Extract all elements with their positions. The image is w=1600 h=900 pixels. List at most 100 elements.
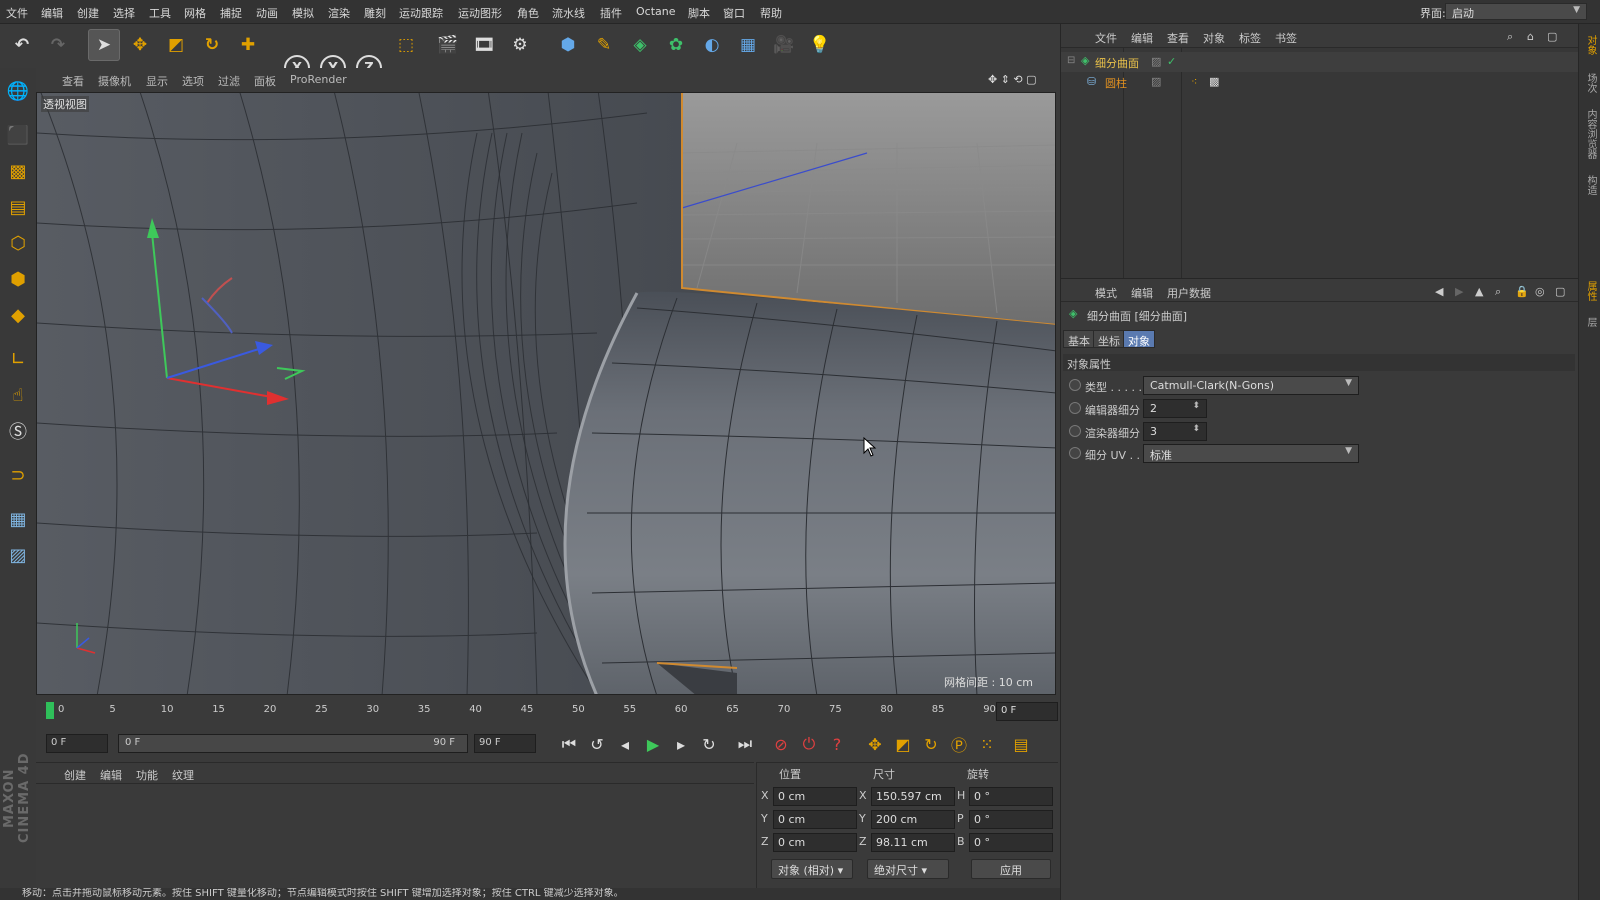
scale-icon[interactable]: ◩ (160, 29, 192, 61)
axis-mode-icon[interactable]: ∟ (3, 344, 33, 374)
search-icon[interactable]: ⌕ (1507, 30, 1513, 44)
prev-key-icon[interactable]: ↺ (584, 731, 610, 757)
layout-select[interactable]: 启动 ▼ (1445, 3, 1587, 20)
vp-menu-filter[interactable]: 过滤 (218, 73, 240, 89)
polygons-mode-icon[interactable]: ◆ (3, 300, 33, 330)
floor-icon[interactable]: ▦ (732, 29, 764, 61)
undo-icon[interactable]: ↶ (6, 29, 38, 61)
menu-octane[interactable]: Octane (636, 5, 676, 18)
key-pla-icon[interactable]: ⁙ (974, 731, 1000, 757)
vp-menu-options[interactable]: 选项 (182, 73, 204, 89)
menu-plugins[interactable]: 插件 (600, 5, 622, 21)
mat-menu-texture[interactable]: 纹理 (172, 767, 194, 783)
live-select-icon[interactable]: ✚ (232, 29, 264, 61)
render-picture-viewer-icon[interactable]: 🎞 (468, 29, 500, 61)
back-arrow-icon[interactable]: ◀ (1435, 285, 1443, 298)
menu-tools[interactable]: 工具 (149, 5, 171, 21)
rot-p-field[interactable]: 0 ° (969, 810, 1053, 829)
move-icon[interactable]: ✥ (124, 29, 156, 61)
obj-menu-view[interactable]: 查看 (1167, 30, 1189, 46)
layer-icon[interactable]: ▨ (1151, 55, 1161, 68)
object-name[interactable]: 圆柱 (1105, 75, 1127, 91)
pos-x-field[interactable]: 0 cm (773, 787, 857, 806)
vp-menu-cameras[interactable]: 摄像机 (98, 73, 131, 89)
menu-render[interactable]: 渲染 (328, 5, 350, 21)
workplane-icon[interactable]: ▤ (3, 192, 33, 222)
coordinate-system-icon[interactable]: ⬚ (390, 29, 422, 61)
maximize-icon[interactable]: ▢ (1547, 30, 1557, 43)
go-to-end-icon[interactable]: ⏭ (732, 731, 758, 757)
menu-help[interactable]: 帮助 (760, 5, 782, 21)
menu-mesh[interactable]: 网格 (184, 5, 206, 21)
frame-range-slider[interactable]: 0 F 90 F (118, 734, 468, 753)
next-key-icon[interactable]: ↻ (696, 731, 722, 757)
tab-basic[interactable]: 基本 (1063, 330, 1095, 348)
vp-menu-view[interactable]: 查看 (62, 73, 84, 89)
menu-snap[interactable]: 捕捉 (220, 5, 242, 21)
pos-z-field[interactable]: 0 cm (773, 833, 857, 852)
menu-file[interactable]: 文件 (6, 5, 28, 21)
menu-script[interactable]: 脚本 (688, 5, 710, 21)
auto-key-icon[interactable]: ⏻ (796, 731, 822, 757)
visibility-check-icon[interactable]: ✓ (1167, 55, 1176, 68)
obj-menu-edit[interactable]: 编辑 (1131, 30, 1153, 46)
object-name[interactable]: 细分曲面 (1095, 55, 1139, 71)
camera-icon[interactable]: 🎥 (768, 29, 800, 61)
timeline-ruler[interactable]: 0 5 10 15 20 25 30 35 40 45 50 55 60 65 70 75 80 85 90 0 F (36, 698, 1058, 726)
maximize-icon[interactable]: ▢ (1555, 285, 1565, 298)
render-view-icon[interactable]: 🎬 (432, 29, 464, 61)
rot-h-field[interactable]: 0 ° (969, 787, 1053, 806)
up-arrow-icon[interactable]: ▲ (1475, 285, 1483, 298)
target-icon[interactable]: ◎ (1535, 285, 1545, 298)
apply-button[interactable]: 应用 (971, 859, 1051, 879)
attr-menu-edit[interactable]: 编辑 (1131, 285, 1153, 301)
search-icon[interactable]: ⌕ (1495, 285, 1501, 299)
mat-menu-function[interactable]: 功能 (136, 767, 158, 783)
vp-menu-prorender[interactable]: ProRender (290, 73, 347, 86)
grid-icon[interactable]: ▨ (3, 540, 33, 570)
menu-edit[interactable]: 编辑 (41, 5, 63, 21)
menu-sculpt[interactable]: 雕刻 (364, 5, 386, 21)
select-arrow-icon[interactable]: ➤ (88, 29, 120, 61)
phong-tag-icon[interactable]: ⁖ (1191, 75, 1197, 88)
keyframe-selection-icon[interactable]: ? (824, 731, 850, 757)
cloner-icon[interactable]: ✿ (660, 29, 692, 61)
obj-menu-objects[interactable]: 对象 (1203, 30, 1225, 46)
snap-icon[interactable]: Ⓢ (3, 416, 33, 446)
rotate-icon[interactable]: ↻ (196, 29, 228, 61)
tweak-icon[interactable]: ☝ (3, 380, 33, 410)
side-tab-structure[interactable]: 构造 (1582, 170, 1598, 200)
record-keys-icon[interactable]: ⊘ (768, 731, 794, 757)
lock-icon[interactable]: 🔒 (1515, 285, 1529, 298)
subdiv-uv-select[interactable]: 标准 ▼ (1143, 444, 1359, 463)
light-icon[interactable]: 💡 (804, 29, 836, 61)
texture-mode-icon[interactable]: ▩ (3, 156, 33, 186)
current-frame-field[interactable]: 0 F (996, 702, 1058, 721)
side-tab-content-browser[interactable]: 内容浏览器 (1582, 104, 1598, 164)
render-subdiv-field[interactable]: 3 ⬍ (1143, 422, 1207, 441)
deformer-icon[interactable]: ◐ (696, 29, 728, 61)
key-rotation-icon[interactable]: ↻ (918, 731, 944, 757)
key-position-icon[interactable]: ✥ (862, 731, 888, 757)
animate-radio[interactable] (1069, 425, 1081, 437)
go-to-start-icon[interactable]: ⏮ (556, 731, 582, 757)
animate-radio[interactable] (1069, 447, 1081, 459)
object-row-cylinder[interactable]: ⛁ 圆柱 ▨ ⁖ ▩ (1061, 72, 1579, 92)
forward-arrow-icon[interactable]: ▶ (1455, 285, 1463, 298)
key-parameter-icon[interactable]: Ⓟ (946, 731, 972, 757)
obj-menu-bookmarks[interactable]: 书签 (1275, 30, 1297, 46)
subdivision-icon[interactable]: ◈ (624, 29, 656, 61)
start-frame-field[interactable]: 0 F (46, 734, 108, 753)
object-row-subdivision[interactable]: ⊟ ◈ 细分曲面 ▨ ✓ (1061, 52, 1579, 72)
perspective-viewport[interactable]: 透视视图 网格间距 : 10 cm (36, 92, 1056, 695)
next-frame-icon[interactable]: ▸ (668, 731, 694, 757)
points-mode-icon[interactable]: ⬡ (3, 228, 33, 258)
menu-motion-tracking[interactable]: 运动跟踪 (399, 5, 443, 21)
magnet-icon[interactable]: ⊃ (3, 460, 33, 490)
layer-icon[interactable]: ▨ (1151, 75, 1161, 88)
menu-window[interactable]: 窗口 (723, 5, 745, 21)
vp-menu-display[interactable]: 显示 (146, 73, 168, 89)
prev-frame-icon[interactable]: ◂ (612, 731, 638, 757)
tab-coord[interactable]: 坐标 (1093, 330, 1125, 348)
side-tab-takes[interactable]: 场次 (1582, 68, 1598, 98)
